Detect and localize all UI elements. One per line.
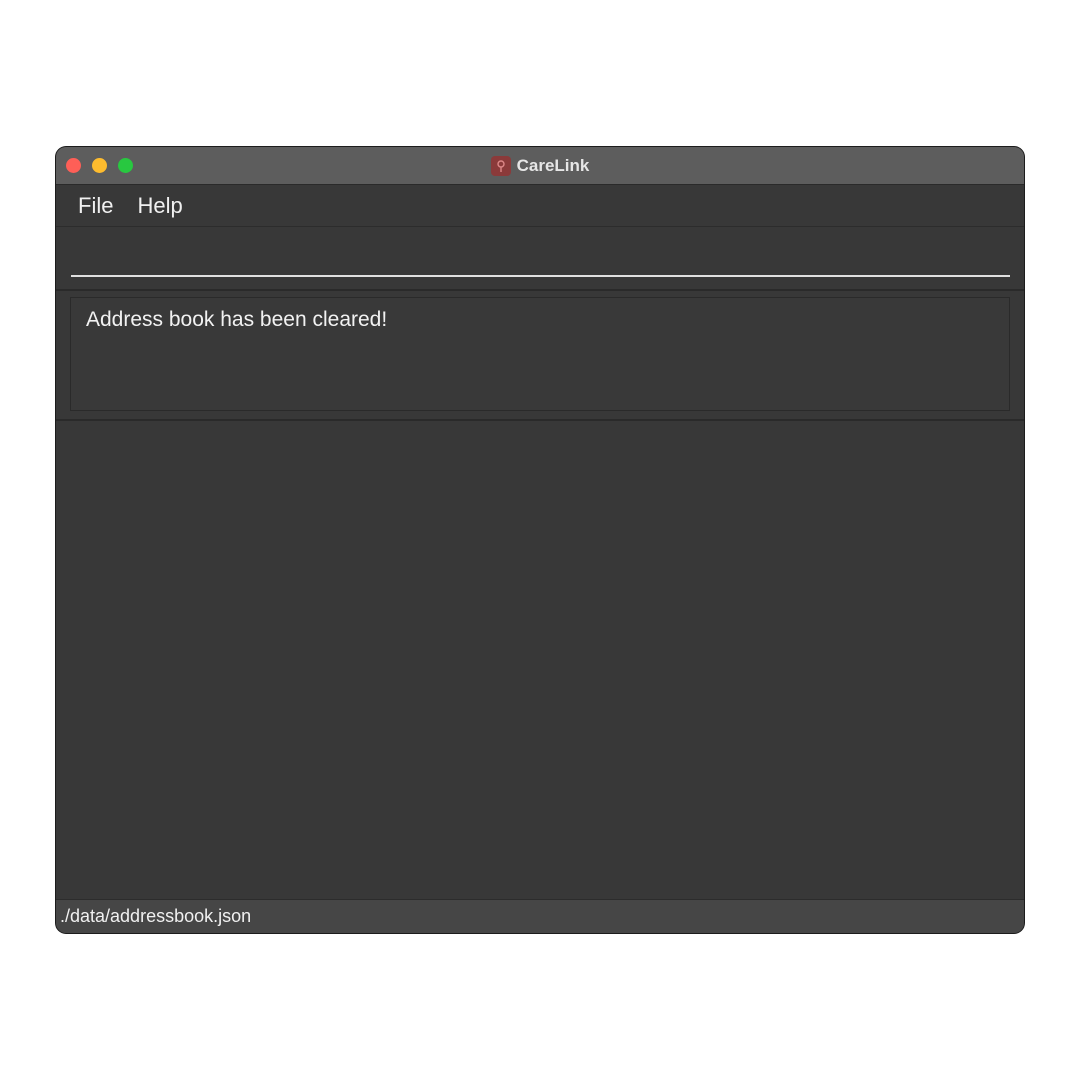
app-window: CareLink File Help Address book has been… — [56, 147, 1024, 933]
carelink-app-icon — [490, 155, 511, 176]
status-bar: ./data/addressbook.json — [56, 900, 1024, 933]
title-bar[interactable]: CareLink — [56, 147, 1024, 185]
window-title-group: CareLink — [56, 147, 1024, 184]
result-display[interactable]: Address book has been cleared! — [70, 297, 1010, 411]
menu-bar: File Help — [56, 185, 1024, 227]
save-location-text: ./data/addressbook.json — [60, 906, 252, 926]
result-message: Address book has been cleared! — [86, 308, 388, 331]
window-title: CareLink — [516, 155, 590, 175]
command-input[interactable] — [71, 241, 1010, 277]
menu-file[interactable]: File — [66, 193, 125, 219]
command-box-panel — [56, 227, 1024, 291]
person-list-panel[interactable] — [56, 421, 1024, 900]
result-display-panel: Address book has been cleared! — [56, 291, 1024, 421]
menu-help[interactable]: Help — [125, 193, 194, 219]
